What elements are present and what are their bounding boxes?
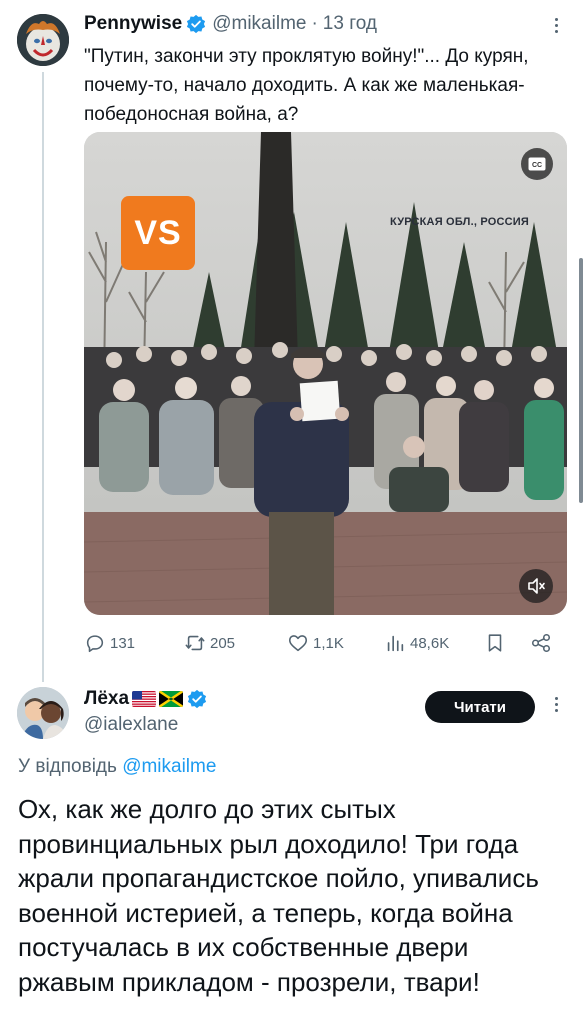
follow-button[interactable]: Читати (425, 691, 535, 723)
share-icon (531, 633, 551, 653)
scrollbar-thumb[interactable] (579, 258, 583, 503)
views-count: 48,6K (410, 634, 450, 652)
verified-badge-icon (187, 14, 206, 34)
svg-text:CC: CC (532, 162, 542, 169)
more-options-icon[interactable] (553, 18, 559, 33)
reply-author-avatar[interactable] (17, 687, 69, 739)
repost-icon (185, 635, 205, 651)
reply-mention-link[interactable]: @mikailme (122, 756, 216, 777)
repost-button[interactable]: 205 (184, 630, 235, 656)
views-chart-icon (387, 635, 404, 652)
jamaica-flag-icon (159, 691, 184, 707)
us-flag-icon (132, 691, 157, 707)
speaker-muted-icon (528, 578, 545, 594)
more-options-icon[interactable] (553, 697, 559, 712)
repost-count: 205 (210, 634, 236, 652)
tweet-header: Pennywise @mikailme · 13 год (84, 12, 377, 36)
author-avatar[interactable] (17, 14, 69, 66)
views-button[interactable]: 48,6K (384, 630, 449, 656)
reply-icon (86, 635, 104, 653)
reply-author-name[interactable]: Лёха (84, 688, 129, 710)
author-handle[interactable]: @mikailme (212, 13, 306, 35)
verified-badge-icon (187, 689, 207, 709)
heart-icon (288, 635, 308, 652)
reply-author-handle[interactable]: @ialexlane (84, 714, 178, 736)
tweet-actions-bar: 131 205 1,1K 48,6K (84, 630, 556, 656)
vs-logo-badge: VS (121, 196, 195, 270)
reply-prefix: У відповідь (18, 756, 117, 777)
captions-button[interactable]: CC (521, 148, 553, 180)
thread-connector-line (42, 72, 44, 682)
bookmark-button[interactable] (484, 630, 510, 656)
separator-dot: · (311, 13, 318, 34)
location-caption: КУРСКАЯ ОБЛ., РОССИЯ (390, 216, 529, 228)
pennywise-avatar-image (17, 14, 69, 66)
share-button[interactable] (530, 630, 556, 656)
tweet-text: "Путин, закончи эту проклятую войну!"...… (84, 46, 529, 125)
couple-avatar-image (17, 687, 69, 739)
replying-to-line: У відповідь @mikailme (18, 756, 216, 778)
reply-button[interactable]: 131 (84, 630, 135, 656)
author-name[interactable]: Pennywise (84, 13, 182, 35)
reply-count: 131 (110, 634, 136, 652)
like-count: 1,1K (313, 634, 344, 652)
closed-captions-icon: CC (528, 157, 546, 171)
like-button[interactable]: 1,1K (287, 630, 344, 656)
video-media[interactable]: VS КУРСКАЯ ОБЛ., РОССИЯ CC (84, 132, 567, 615)
bookmark-icon (488, 634, 502, 652)
reply-text: Ох, как же долго до этих сытых провинциа… (18, 794, 539, 997)
mute-button[interactable] (519, 569, 553, 603)
tweet-timestamp[interactable]: 13 год (323, 13, 377, 35)
reply-author-row: Лёха (84, 687, 213, 711)
